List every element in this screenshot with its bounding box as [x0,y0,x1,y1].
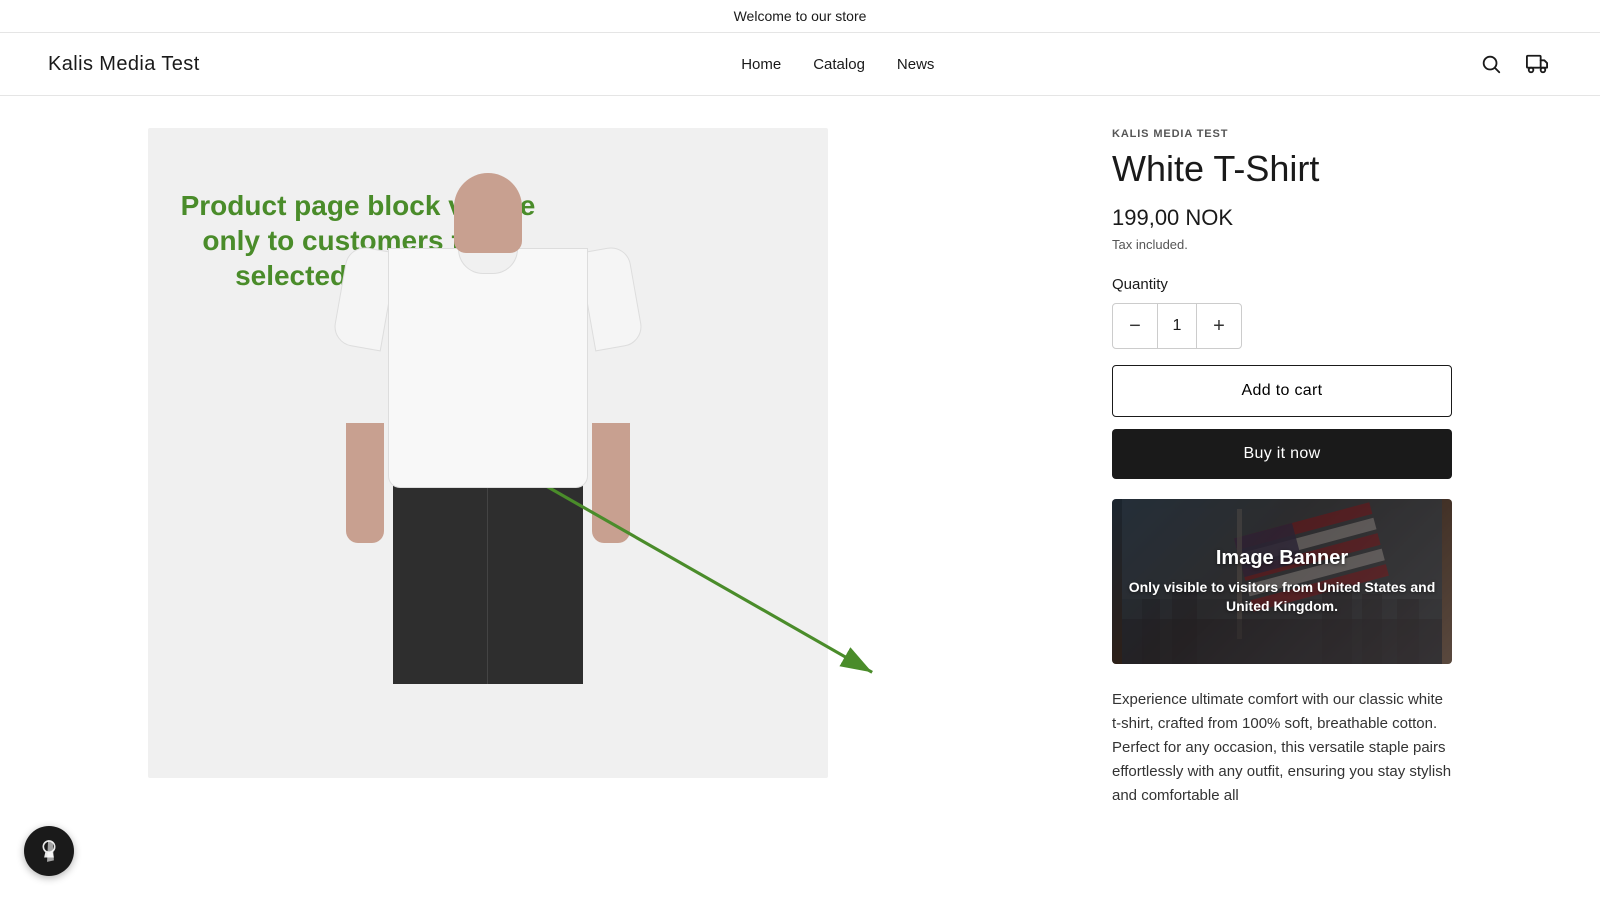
product-brand: KALIS MEDIA TEST [1112,128,1452,140]
header-icons [1476,49,1552,79]
search-button[interactable] [1476,49,1506,79]
quantity-label: Quantity [1112,276,1452,293]
search-icon [1480,53,1502,75]
product-gallery: Product page block visible only to custo… [148,128,1052,808]
banner-title: Image Banner [1124,547,1440,570]
nav-home[interactable]: Home [741,56,781,73]
quantity-control: − 1 + [1112,303,1242,349]
quantity-value: 1 [1157,304,1197,348]
product-tax: Tax included. [1112,237,1452,252]
shopify-badge[interactable] [24,826,74,876]
cart-button[interactable] [1522,49,1552,79]
add-to-cart-button[interactable]: Add to cart [1112,365,1452,417]
product-image-main [148,128,828,778]
product-info: KALIS MEDIA TEST White T-Shirt 199,00 NO… [1112,128,1452,808]
banner-content: Image Banner Only visible to visitors fr… [1112,535,1452,629]
quantity-increase-button[interactable]: + [1197,304,1241,348]
product-price: 199,00 NOK [1112,205,1452,231]
product-description: Experience ultimate comfort with our cla… [1112,688,1452,808]
quantity-decrease-button[interactable]: − [1113,304,1157,348]
product-title: White T-Shirt [1112,148,1452,189]
nav-news[interactable]: News [897,56,935,73]
nav-catalog[interactable]: Catalog [813,56,865,73]
announcement-text: Welcome to our store [734,8,867,24]
announcement-bar: Welcome to our store [0,0,1600,33]
image-banner: Image Banner Only visible to visitors fr… [1112,499,1452,664]
main-nav: Home Catalog News [741,56,934,73]
buy-now-button[interactable]: Buy it now [1112,429,1452,479]
shopify-icon [36,838,62,864]
cart-icon [1526,53,1548,75]
product-page: Product page block visible only to custo… [100,96,1500,840]
header: Kalis Media Test Home Catalog News [0,33,1600,96]
site-logo[interactable]: Kalis Media Test [48,53,200,76]
banner-subtitle: Only visible to visitors from United Sta… [1124,578,1440,617]
